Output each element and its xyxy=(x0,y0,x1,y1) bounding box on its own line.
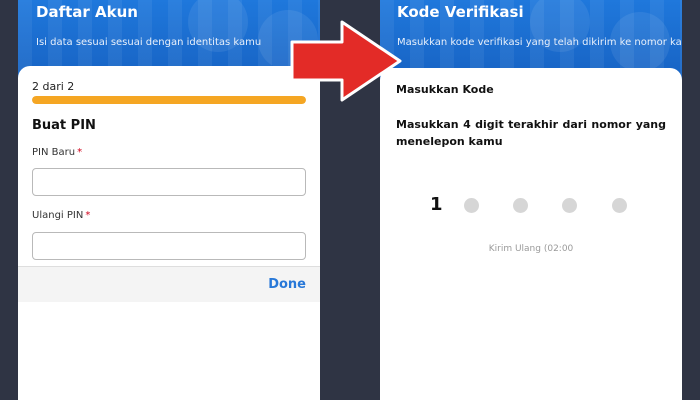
resend-countdown: Kirim Ulang (02:00 xyxy=(488,244,574,254)
code-digit-empty-dot xyxy=(513,198,528,213)
red-right-arrow-icon xyxy=(290,20,402,102)
required-mark: * xyxy=(77,147,83,158)
progress-bar xyxy=(32,96,306,104)
pin-confirm-label: Ulangi PIN * xyxy=(32,210,90,221)
left-screen: Daftar Akun Isi data sesuai sesuai denga… xyxy=(18,0,320,400)
code-input[interactable]: 1 xyxy=(422,194,642,216)
page-subtitle: Masukkan kode verifikasi yang telah diki… xyxy=(397,37,682,48)
progress-bar-fill xyxy=(32,96,306,104)
code-digit-1: 1 xyxy=(430,194,443,215)
page-title: Kode Verifikasi xyxy=(397,3,524,21)
right-screen: Kode Verifikasi Masukkan kode verifikasi… xyxy=(380,0,682,400)
required-mark: * xyxy=(85,210,91,221)
keyboard-accessory-bar: Done xyxy=(18,266,320,302)
verification-card: Masukkan Kode Masukkan 4 digit terakhir … xyxy=(380,68,682,400)
arrow-shape xyxy=(290,20,402,102)
code-digit-empty-dot xyxy=(612,198,627,213)
page-subtitle: Isi data sesuai sesuai dengan identitas … xyxy=(36,37,262,48)
form-card: 2 dari 2 Buat PIN PIN Baru * Ulangi PIN * … xyxy=(18,66,320,400)
pin-confirm-label-text: Ulangi PIN xyxy=(32,210,84,221)
page-title: Daftar Akun xyxy=(36,3,138,21)
pin-new-label-text: PIN Baru xyxy=(32,147,76,158)
section-title: Buat PIN xyxy=(32,118,96,133)
step-indicator: 2 dari 2 xyxy=(32,80,75,93)
verification-heading: Masukkan Kode xyxy=(396,83,494,96)
code-digit-empty-dot xyxy=(562,198,577,213)
done-button[interactable]: Done xyxy=(268,277,306,292)
verification-instruction: Masukkan 4 digit terakhir dari nomor yan… xyxy=(396,118,666,148)
code-digit-empty-dot xyxy=(464,198,479,213)
pin-new-label: PIN Baru * xyxy=(32,147,82,158)
pin-new-input[interactable] xyxy=(32,168,306,196)
pin-confirm-input[interactable] xyxy=(32,232,306,260)
